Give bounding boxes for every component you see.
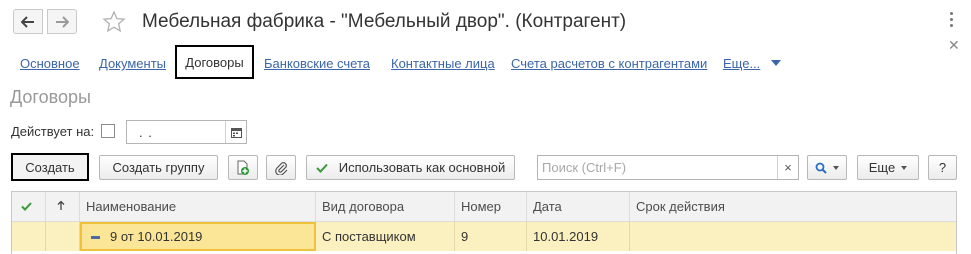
close-icon[interactable]: ✕: [948, 38, 960, 52]
tab-settlement-accounts[interactable]: Счета расчетов с контрагентами: [511, 56, 707, 71]
chevron-down-icon[interactable]: [771, 60, 781, 66]
more-label: Еще: [868, 160, 896, 175]
row-number-cell[interactable]: 9: [455, 222, 527, 251]
tab-main[interactable]: Основное: [20, 56, 80, 71]
row-sort-cell[interactable]: [46, 222, 80, 251]
row-term-cell[interactable]: [630, 222, 956, 251]
add-file-icon: [237, 160, 249, 175]
help-button[interactable]: ?: [928, 155, 957, 180]
arrow-right-icon: [56, 15, 69, 28]
use-as-main-label: Использовать как основной: [338, 160, 506, 175]
search-icon: [815, 162, 827, 174]
create-group-button[interactable]: Создать группу: [99, 155, 218, 180]
tab-bank-accounts[interactable]: Банковские счета: [264, 56, 370, 71]
column-header-number[interactable]: Номер: [455, 192, 527, 221]
checkmark-icon: [21, 202, 32, 211]
checkmark-icon: [316, 163, 328, 173]
tab-contact-persons[interactable]: Контактные лица: [391, 56, 495, 71]
active-on-checkbox[interactable]: [101, 124, 115, 138]
paperclip-icon: [275, 161, 288, 175]
forward-button[interactable]: [47, 9, 77, 34]
create-button[interactable]: Создать: [11, 153, 89, 181]
tab-more[interactable]: Еще...: [723, 56, 760, 71]
row-mark-cell[interactable]: [12, 222, 46, 251]
section-title: Договоры: [10, 87, 91, 107]
window-title: Мебельная фабрика - "Мебельный двор". (К…: [142, 11, 627, 32]
column-header-term[interactable]: Срок действия: [630, 192, 956, 221]
table-header: Наименование Вид договора Номер Дата Сро…: [12, 192, 956, 222]
search-input[interactable]: Поиск (Ctrl+F) ×: [537, 155, 799, 180]
column-header-kind[interactable]: Вид договора: [316, 192, 455, 221]
more-actions-icon[interactable]: [946, 12, 956, 32]
filter-label: Действует на:: [11, 124, 95, 139]
column-header-date[interactable]: Дата: [527, 192, 630, 221]
column-header-name[interactable]: Наименование: [80, 192, 316, 221]
search-placeholder: Поиск (Ctrl+F): [542, 160, 627, 175]
search-button[interactable]: [807, 155, 847, 180]
contracts-table: Наименование Вид договора Номер Дата Сро…: [11, 191, 957, 254]
table-row[interactable]: 9 от 10.01.2019 С поставщиком 9 10.01.20…: [12, 222, 956, 251]
back-button[interactable]: [13, 9, 43, 34]
chevron-down-icon: [833, 165, 839, 170]
clear-search-button[interactable]: ×: [777, 156, 798, 179]
date-value: . .: [139, 125, 153, 140]
sort-column-header[interactable]: [46, 192, 80, 221]
row-name: 9 от 10.01.2019: [110, 229, 203, 244]
attach-button[interactable]: [266, 155, 296, 180]
calendar-icon[interactable]: [225, 121, 246, 143]
tab-documents[interactable]: Документы: [99, 56, 166, 71]
row-kind-cell[interactable]: С поставщиком: [316, 222, 455, 251]
use-as-main-button[interactable]: Использовать как основной: [306, 155, 515, 180]
date-field[interactable]: . .: [126, 120, 247, 144]
add-file-button[interactable]: [228, 155, 258, 180]
arrow-up-icon: [57, 200, 65, 210]
mark-column-header[interactable]: [12, 192, 46, 221]
arrow-left-icon: [21, 15, 34, 28]
chevron-down-icon: [901, 165, 908, 170]
item-icon: [91, 236, 100, 240]
star-icon[interactable]: [102, 10, 126, 34]
row-name-cell[interactable]: 9 от 10.01.2019: [80, 222, 316, 251]
tab-contracts[interactable]: Договоры: [175, 45, 254, 79]
more-button[interactable]: Еще: [857, 155, 919, 180]
row-date-cell[interactable]: 10.01.2019: [527, 222, 630, 251]
